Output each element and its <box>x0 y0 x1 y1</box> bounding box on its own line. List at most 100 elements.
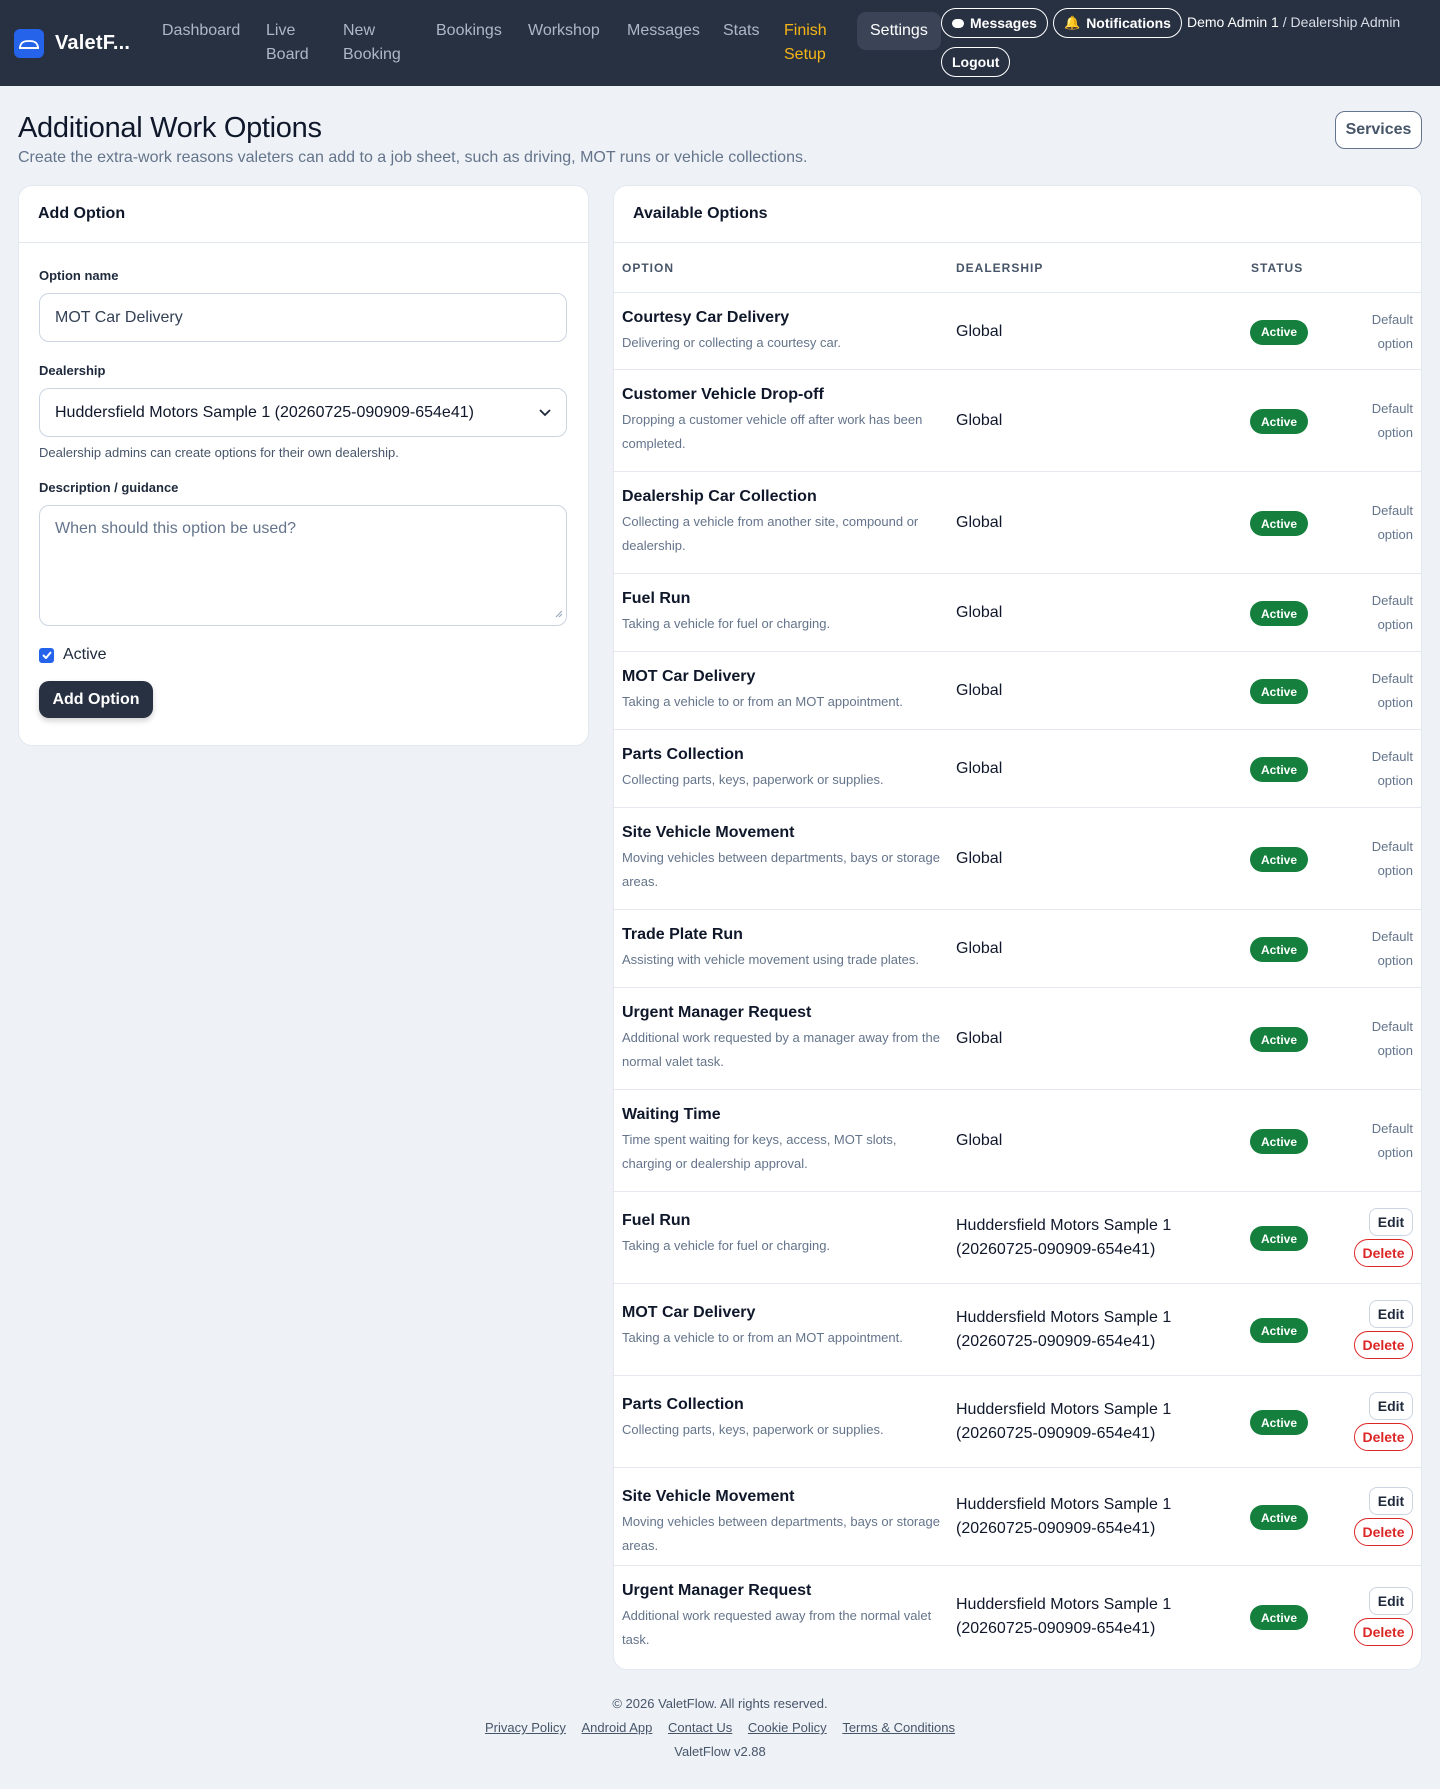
option-dealership: Global <box>956 322 1003 340</box>
footer: © 2026 ValetFlow. All rights reserved. P… <box>0 1696 1440 1759</box>
default-option-note: Default option <box>1372 499 1413 547</box>
nav-stats[interactable]: Stats <box>723 19 759 43</box>
option-name: Courtesy Car Delivery <box>622 309 790 326</box>
default-note-line1: Default <box>1371 593 1413 608</box>
option-dealership: Huddersfield Motors Sample 1 (20260725-0… <box>956 1309 1172 1350</box>
option-name-input[interactable]: MOT Car Delivery <box>39 293 567 342</box>
footer-links: Privacy Policy Android App Contact Us Co… <box>0 1720 1440 1735</box>
option-dealership: Global <box>956 1132 1003 1149</box>
current-user: Demo Admin 1 / Dealership Admin <box>1187 14 1400 30</box>
delete-button[interactable]: Delete <box>1354 1239 1413 1267</box>
delete-button[interactable]: Delete <box>1354 1423 1413 1451</box>
car-logo-icon <box>14 29 44 58</box>
option-name: Waiting Time <box>622 1106 721 1123</box>
table-header: OPTION DEALERSHIP STATUS <box>614 243 1421 293</box>
status-badge: Active <box>1250 937 1308 962</box>
resize-handle-icon[interactable] <box>555 605 563 623</box>
available-options-title: Available Options <box>614 186 1421 243</box>
edit-button[interactable]: Edit <box>1369 1300 1413 1328</box>
option-description: Taking a vehicle to or from an MOT appoi… <box>622 1330 903 1345</box>
table-row: Customer Vehicle Drop-off Dropping a cust… <box>614 370 1421 472</box>
nav-new-booking[interactable]: New Booking <box>343 19 403 67</box>
active-label: Active <box>63 646 107 663</box>
description-placeholder: When should this option be used? <box>55 520 297 537</box>
status-badge: Active <box>1250 1226 1308 1251</box>
default-option-note: Default option <box>1372 308 1413 356</box>
option-name: Urgent Manager Request <box>622 1004 812 1021</box>
col-option: OPTION <box>622 261 675 275</box>
default-note-line1: Default <box>1371 503 1413 518</box>
nav-messages[interactable]: Messages <box>627 19 700 43</box>
add-option-button[interactable]: Add Option <box>39 681 153 718</box>
delete-button[interactable]: Delete <box>1354 1618 1413 1646</box>
brand[interactable]: ValetF... <box>14 29 130 58</box>
option-name: Parts Collection <box>622 746 744 763</box>
option-name: MOT Car Delivery <box>622 1304 756 1321</box>
table-row: Fuel Run Taking a vehicle for fuel or cha… <box>614 1192 1421 1284</box>
nav-workshop[interactable]: Workshop <box>528 19 600 43</box>
footer-link-privacy[interactable]: Privacy Policy <box>485 1720 566 1735</box>
edit-button[interactable]: Edit <box>1369 1208 1413 1236</box>
description-textarea[interactable]: When should this option be used? <box>39 505 567 626</box>
nav-settings[interactable]: Settings <box>857 12 941 50</box>
option-description: Collecting a vehicle from another site, … <box>622 514 919 553</box>
col-status: STATUS <box>1251 261 1304 275</box>
footer-link-terms[interactable]: Terms & Conditions <box>842 1720 955 1735</box>
notifications-pill[interactable]: 🔔 Notifications <box>1053 8 1182 38</box>
status-badge: Active <box>1250 1318 1308 1343</box>
default-option-note: Default option <box>1372 667 1413 715</box>
footer-link-contact[interactable]: Contact Us <box>668 1720 732 1735</box>
status-badge: Active <box>1250 679 1308 704</box>
footer-link-cookie[interactable]: Cookie Policy <box>748 1720 827 1735</box>
default-note-line2: option <box>1377 425 1413 440</box>
delete-button[interactable]: Delete <box>1354 1518 1413 1546</box>
edit-button[interactable]: Edit <box>1369 1392 1413 1420</box>
option-dealership: Huddersfield Motors Sample 1 (20260725-0… <box>956 1596 1172 1637</box>
description-label: Description / guidance <box>39 480 179 495</box>
option-dealership: Global <box>956 1030 1003 1047</box>
option-name: Site Vehicle Movement <box>622 1488 795 1505</box>
option-dealership: Global <box>956 604 1003 621</box>
default-note-line2: option <box>1377 953 1413 968</box>
logout-button[interactable]: Logout <box>941 47 1011 77</box>
services-button[interactable]: Services <box>1335 111 1422 149</box>
status-badge: Active <box>1250 757 1308 782</box>
nav-dashboard[interactable]: Dashboard <box>162 19 240 43</box>
user-name: Demo Admin 1 <box>1187 14 1279 30</box>
status-badge: Active <box>1250 409 1308 434</box>
table-row: Urgent Manager Request Additional work re… <box>614 1566 1421 1668</box>
default-option-note: Default option <box>1372 1117 1413 1165</box>
table-row: MOT Car Delivery Taking a vehicle to or f… <box>614 1284 1421 1376</box>
table-row: Site Vehicle Movement Moving vehicles bet… <box>614 1468 1421 1566</box>
messages-pill[interactable]: Messages <box>941 8 1048 38</box>
active-checkbox-row[interactable]: Active <box>39 646 568 664</box>
table-row: Parts Collection Collecting parts, keys, … <box>614 730 1421 808</box>
page-subtitle: Create the extra-work reasons valeters c… <box>18 149 808 166</box>
option-dealership: Huddersfield Motors Sample 1 (20260725-0… <box>956 1401 1172 1442</box>
available-options-card: Available Options OPTION DEALERSHIP STAT… <box>613 185 1422 1670</box>
option-name: Urgent Manager Request <box>622 1582 812 1599</box>
status-badge: Active <box>1250 1505 1308 1530</box>
edit-button[interactable]: Edit <box>1369 1587 1413 1615</box>
nav-finish-setup[interactable]: Finish Setup <box>784 19 834 67</box>
table-row: Waiting Time Time spent waiting for keys,… <box>614 1090 1421 1192</box>
delete-button[interactable]: Delete <box>1354 1331 1413 1359</box>
edit-button[interactable]: Edit <box>1369 1487 1413 1515</box>
page-header: Additional Work Options Create the extra… <box>18 112 807 167</box>
default-note-line2: option <box>1377 335 1413 351</box>
option-name: Customer Vehicle Drop-off <box>622 386 824 403</box>
footer-link-android[interactable]: Android App <box>582 1720 653 1735</box>
status-badge: Active <box>1250 601 1308 626</box>
table-row: Trade Plate Run Assisting with vehicle mo… <box>614 910 1421 988</box>
page-title: Additional Work Options <box>18 112 322 144</box>
add-option-title: Add Option <box>19 186 588 243</box>
dealership-select[interactable]: Huddersfield Motors Sample 1 (20260725-0… <box>39 388 567 437</box>
nav-bookings[interactable]: Bookings <box>436 19 502 43</box>
option-name: Fuel Run <box>622 590 691 607</box>
active-checkbox[interactable] <box>39 647 54 663</box>
chat-bubble-icon <box>952 18 964 28</box>
version: ValetFlow v2.88 <box>674 1744 766 1759</box>
brand-name: ValetF... <box>55 32 131 54</box>
nav-live-board[interactable]: Live Board <box>266 19 316 67</box>
option-dealership: Global <box>956 514 1003 531</box>
